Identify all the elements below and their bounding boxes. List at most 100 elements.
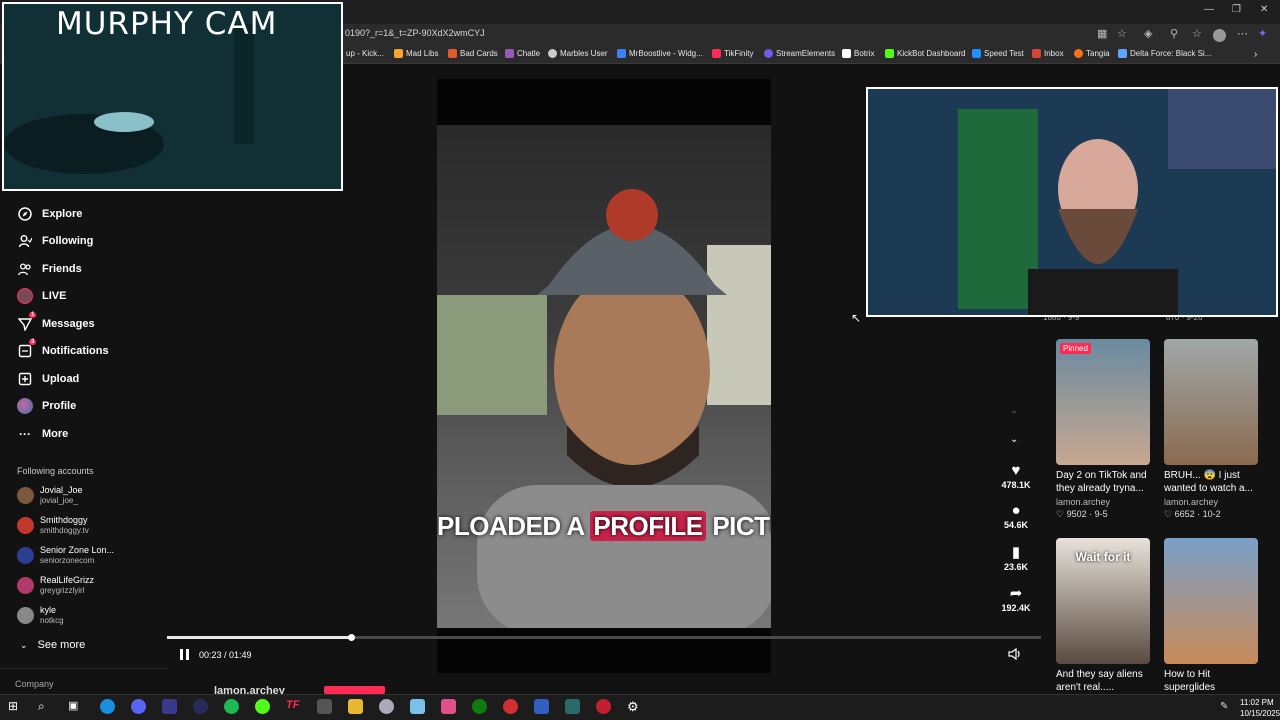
sidebar-item-following[interactable]: Following — [17, 233, 93, 249]
sidebar-item-notifications[interactable]: 3 Notifications — [17, 339, 109, 359]
company-link[interactable]: Company — [15, 679, 54, 689]
video-user: lamon.archey — [1056, 497, 1111, 507]
see-more-label: See more — [37, 639, 86, 651]
comment-button[interactable]: ● 54.6K — [996, 502, 1036, 530]
favorites-icon[interactable]: ☆ — [1192, 29, 1203, 40]
avatar — [17, 517, 34, 534]
copilot-icon[interactable]: ✦ — [1258, 29, 1269, 40]
badge-count: 3 — [29, 339, 37, 345]
address-bar-url[interactable]: 0190?_r=1&_t=ZP-90XdX2wmCYJ — [345, 28, 485, 38]
sidebar-item-explore[interactable]: Explore — [17, 206, 82, 222]
live-icon — [17, 288, 33, 304]
bookmark-inbox[interactable]: Inbox — [1032, 49, 1064, 58]
bookmark-speed-test[interactable]: Speed Test — [972, 49, 1024, 58]
app-icon[interactable] — [503, 699, 518, 714]
following-account[interactable]: Smithdoggy smithdoggy.tv — [17, 515, 89, 536]
following-account[interactable]: Jovial_Joe jovial_joe_ — [17, 485, 83, 506]
kick-icon[interactable] — [255, 699, 270, 714]
volume-icon[interactable] — [1008, 647, 1022, 663]
video-card[interactable]: How to Hit superglides EASIER... — [1164, 538, 1258, 707]
bookmark-mrboostlive[interactable]: MrBoostlive - Widg... — [617, 49, 703, 58]
video-card[interactable]: Wait for it And they say aliens aren't r… — [1056, 538, 1150, 694]
bookmark-tikfinity[interactable]: TikFinity — [712, 49, 753, 58]
pen-icon[interactable]: ✎ — [1220, 701, 1228, 712]
xbox-icon[interactable] — [472, 699, 487, 714]
task-view-icon[interactable]: ▣ — [68, 699, 83, 714]
spotify-icon[interactable] — [224, 699, 239, 714]
profile-avatar-icon[interactable] — [1213, 29, 1226, 42]
heart-icon: ♥ — [1011, 462, 1021, 479]
apps-icon[interactable]: ▦ — [1097, 29, 1108, 40]
video-progress-handle[interactable] — [347, 634, 355, 641]
sidebar-item-label: Following — [42, 235, 94, 247]
sidebar-item-live[interactable]: LIVE — [17, 288, 66, 304]
video-card[interactable]: Pinned Day 2 on TikTok and they already … — [1056, 339, 1150, 520]
save-button[interactable]: ▮ 23.6K — [996, 544, 1036, 572]
avatar — [17, 577, 34, 594]
settings-icon[interactable]: ⚙ — [627, 699, 642, 714]
chevron-right-icon[interactable]: › — [1254, 49, 1257, 60]
chevron-up-icon[interactable]: ⌃ — [1010, 410, 1018, 421]
webcam-overlay — [866, 87, 1278, 317]
account-handle: greygrizzlyirl — [40, 586, 85, 595]
like-button[interactable]: ♥ 478.1K — [996, 462, 1036, 490]
bookmark-delta-force[interactable]: Delta Force: Black Si... — [1118, 49, 1211, 58]
following-account[interactable]: kyle notkcg — [17, 605, 64, 626]
following-account[interactable]: Senior Zone Lon... seniorzonecom — [17, 545, 114, 566]
taskbar-clock-time[interactable]: 11:02 PM — [1240, 698, 1274, 707]
edge-browser-icon[interactable] — [100, 699, 115, 714]
minimize-icon[interactable]: — — [1204, 4, 1214, 15]
share-button[interactable]: ➦ 192.4K — [996, 585, 1036, 613]
bookmark-streamelements[interactable]: StreamElements — [764, 49, 835, 58]
app-icon[interactable] — [441, 699, 456, 714]
bookmark-icon — [885, 49, 894, 58]
bookmark-kick[interactable]: up - Kick... — [346, 49, 384, 58]
app-icon[interactable] — [193, 699, 208, 714]
bookmark-mad-libs[interactable]: Mad Libs — [394, 49, 438, 58]
video-time: 00:23 / 01:49 — [199, 650, 252, 660]
discord-icon[interactable] — [131, 699, 146, 714]
video-frame[interactable]: PLOADED A PROFILE PICTUR — [437, 125, 771, 628]
account-handle: seniorzonecom — [40, 556, 95, 565]
tikfinity-icon[interactable]: TF — [286, 699, 301, 714]
chevron-down-icon[interactable]: ⌄ — [1010, 434, 1018, 445]
file-explorer-icon[interactable] — [348, 699, 363, 714]
see-more-button[interactable]: ⌄ See more — [20, 639, 85, 651]
sidebar-item-friends[interactable]: Friends — [17, 261, 82, 277]
sidebar-item-profile[interactable]: Profile — [17, 398, 76, 414]
app-icon[interactable] — [596, 699, 611, 714]
app-icon[interactable] — [162, 699, 177, 714]
following-account[interactable]: RealLifeGrizz greygrizzlyirl — [17, 575, 94, 596]
bookmark-kickbot[interactable]: KickBot Dashboard — [885, 49, 965, 58]
account-name: Smithdoggy — [40, 515, 88, 525]
taskbar-clock-date[interactable]: 10/15/2025 — [1240, 709, 1280, 718]
pause-icon[interactable] — [180, 649, 190, 663]
extension-icon[interactable]: ◈ — [1144, 29, 1155, 40]
bookmark-chatle[interactable]: Chatle — [505, 49, 540, 58]
app-icon[interactable] — [379, 699, 394, 714]
sidebar-item-upload[interactable]: Upload — [17, 371, 79, 387]
bookmark-botrix[interactable]: Botrix — [842, 49, 874, 58]
search-icon[interactable]: ⌕ — [38, 699, 53, 714]
video-card[interactable]: BRUH... 😨 I just wanted to watch a... la… — [1164, 339, 1258, 520]
windows-start-icon[interactable]: ⊞ — [8, 699, 23, 714]
pin-icon[interactable]: ⚲ — [1170, 29, 1181, 40]
sidebar-item-label: Explore — [42, 208, 83, 220]
menu-dots-icon[interactable]: ⋯ — [1237, 29, 1248, 40]
restore-icon[interactable]: ❐ — [1232, 4, 1241, 15]
bookmark-bad-cards[interactable]: Bad Cards — [448, 49, 498, 58]
follow-button[interactable] — [324, 686, 385, 694]
inbox-icon: 3 — [17, 339, 37, 359]
sidebar-item-messages[interactable]: 1 Messages — [17, 312, 95, 332]
close-icon[interactable]: ✕ — [1260, 4, 1268, 15]
account-handle: smithdoggy.tv — [40, 526, 89, 535]
sidebar-item-more[interactable]: ··· More — [17, 426, 68, 442]
bookmark-icon: ▮ — [1011, 544, 1021, 561]
app-icon[interactable] — [565, 699, 580, 714]
star-icon[interactable]: ☆ — [1117, 29, 1128, 40]
bookmark-marbles[interactable]: Marbles User — [548, 49, 608, 58]
bookmark-tangia[interactable]: Tangia — [1074, 49, 1110, 58]
app-icon[interactable] — [534, 699, 549, 714]
app-icon[interactable] — [410, 699, 425, 714]
app-icon[interactable] — [317, 699, 332, 714]
